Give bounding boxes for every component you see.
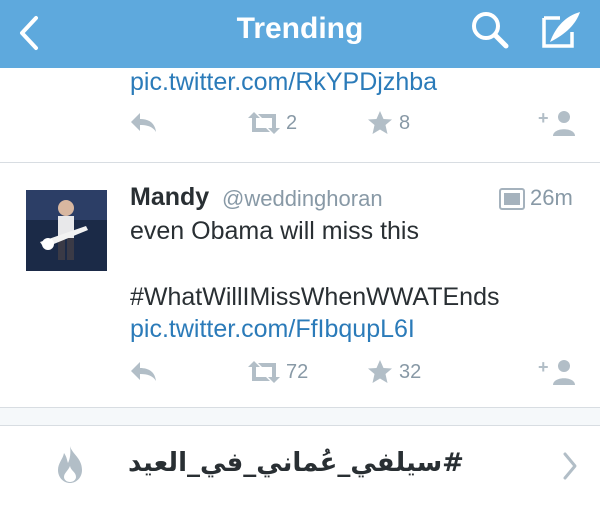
tweet[interactable]: Mandy @weddinghoran 26m even Obama will … [0,163,600,407]
star-icon [368,360,392,383]
retweet-button[interactable]: 2 [246,110,297,136]
tweet-text-line: even Obama will miss this [130,217,419,245]
reply-button[interactable] [128,359,158,383]
tweet-actions: 2 8 + [0,106,600,146]
flame-icon [58,446,82,483]
favorite-count: 32 [399,360,422,383]
trend-row[interactable]: #سيلفي_عُماني_في_العيد [0,426,600,507]
media-icon [499,188,525,210]
tweet-hashtag[interactable]: #WhatWillIMissWhenWWATEnds [130,283,499,312]
favorite-button[interactable]: 32 [367,359,421,385]
compose-button[interactable] [536,6,586,56]
follow-icon: + [538,108,575,136]
compose-icon [542,12,580,48]
retweet-icon [248,112,280,134]
author-handle[interactable]: @weddinghoran [222,186,383,212]
avatar[interactable] [26,190,107,271]
tweet-link[interactable]: pic.twitter.com/RkYPDjzhba [130,68,437,97]
follow-button[interactable]: + [538,357,578,387]
search-icon [472,12,509,49]
retweet-icon [248,361,280,383]
timestamp[interactable]: 26m [530,185,573,211]
chevron-right-icon [563,452,577,480]
reply-icon [131,113,156,132]
favorite-button[interactable]: 8 [367,110,410,136]
trend-label[interactable]: #سيلفي_عُماني_في_العيد [128,448,464,478]
svg-text:+: + [538,357,549,377]
reply-button[interactable] [128,110,158,134]
follow-button[interactable]: + [538,108,578,138]
search-button[interactable] [468,8,512,52]
nav-bar: Trending [0,0,600,68]
avatar-image [26,190,107,271]
star-icon [368,111,392,134]
section-gap [0,408,600,426]
svg-text:+: + [538,108,549,128]
tweet-link[interactable]: pic.twitter.com/FfIbqupL6I [130,315,415,344]
author-name[interactable]: Mandy [130,183,209,212]
reply-icon [131,362,156,381]
tweet-partial[interactable]: pic.twitter.com/RkYPDjzhba 2 8 + [0,68,600,162]
follow-icon: + [538,357,575,385]
favorite-count: 8 [399,111,411,134]
retweet-count: 2 [286,111,298,134]
media-indicator [499,188,525,215]
retweet-count: 72 [286,360,309,383]
tweet-actions: 72 32 + [0,355,600,395]
retweet-button[interactable]: 72 [246,359,308,385]
